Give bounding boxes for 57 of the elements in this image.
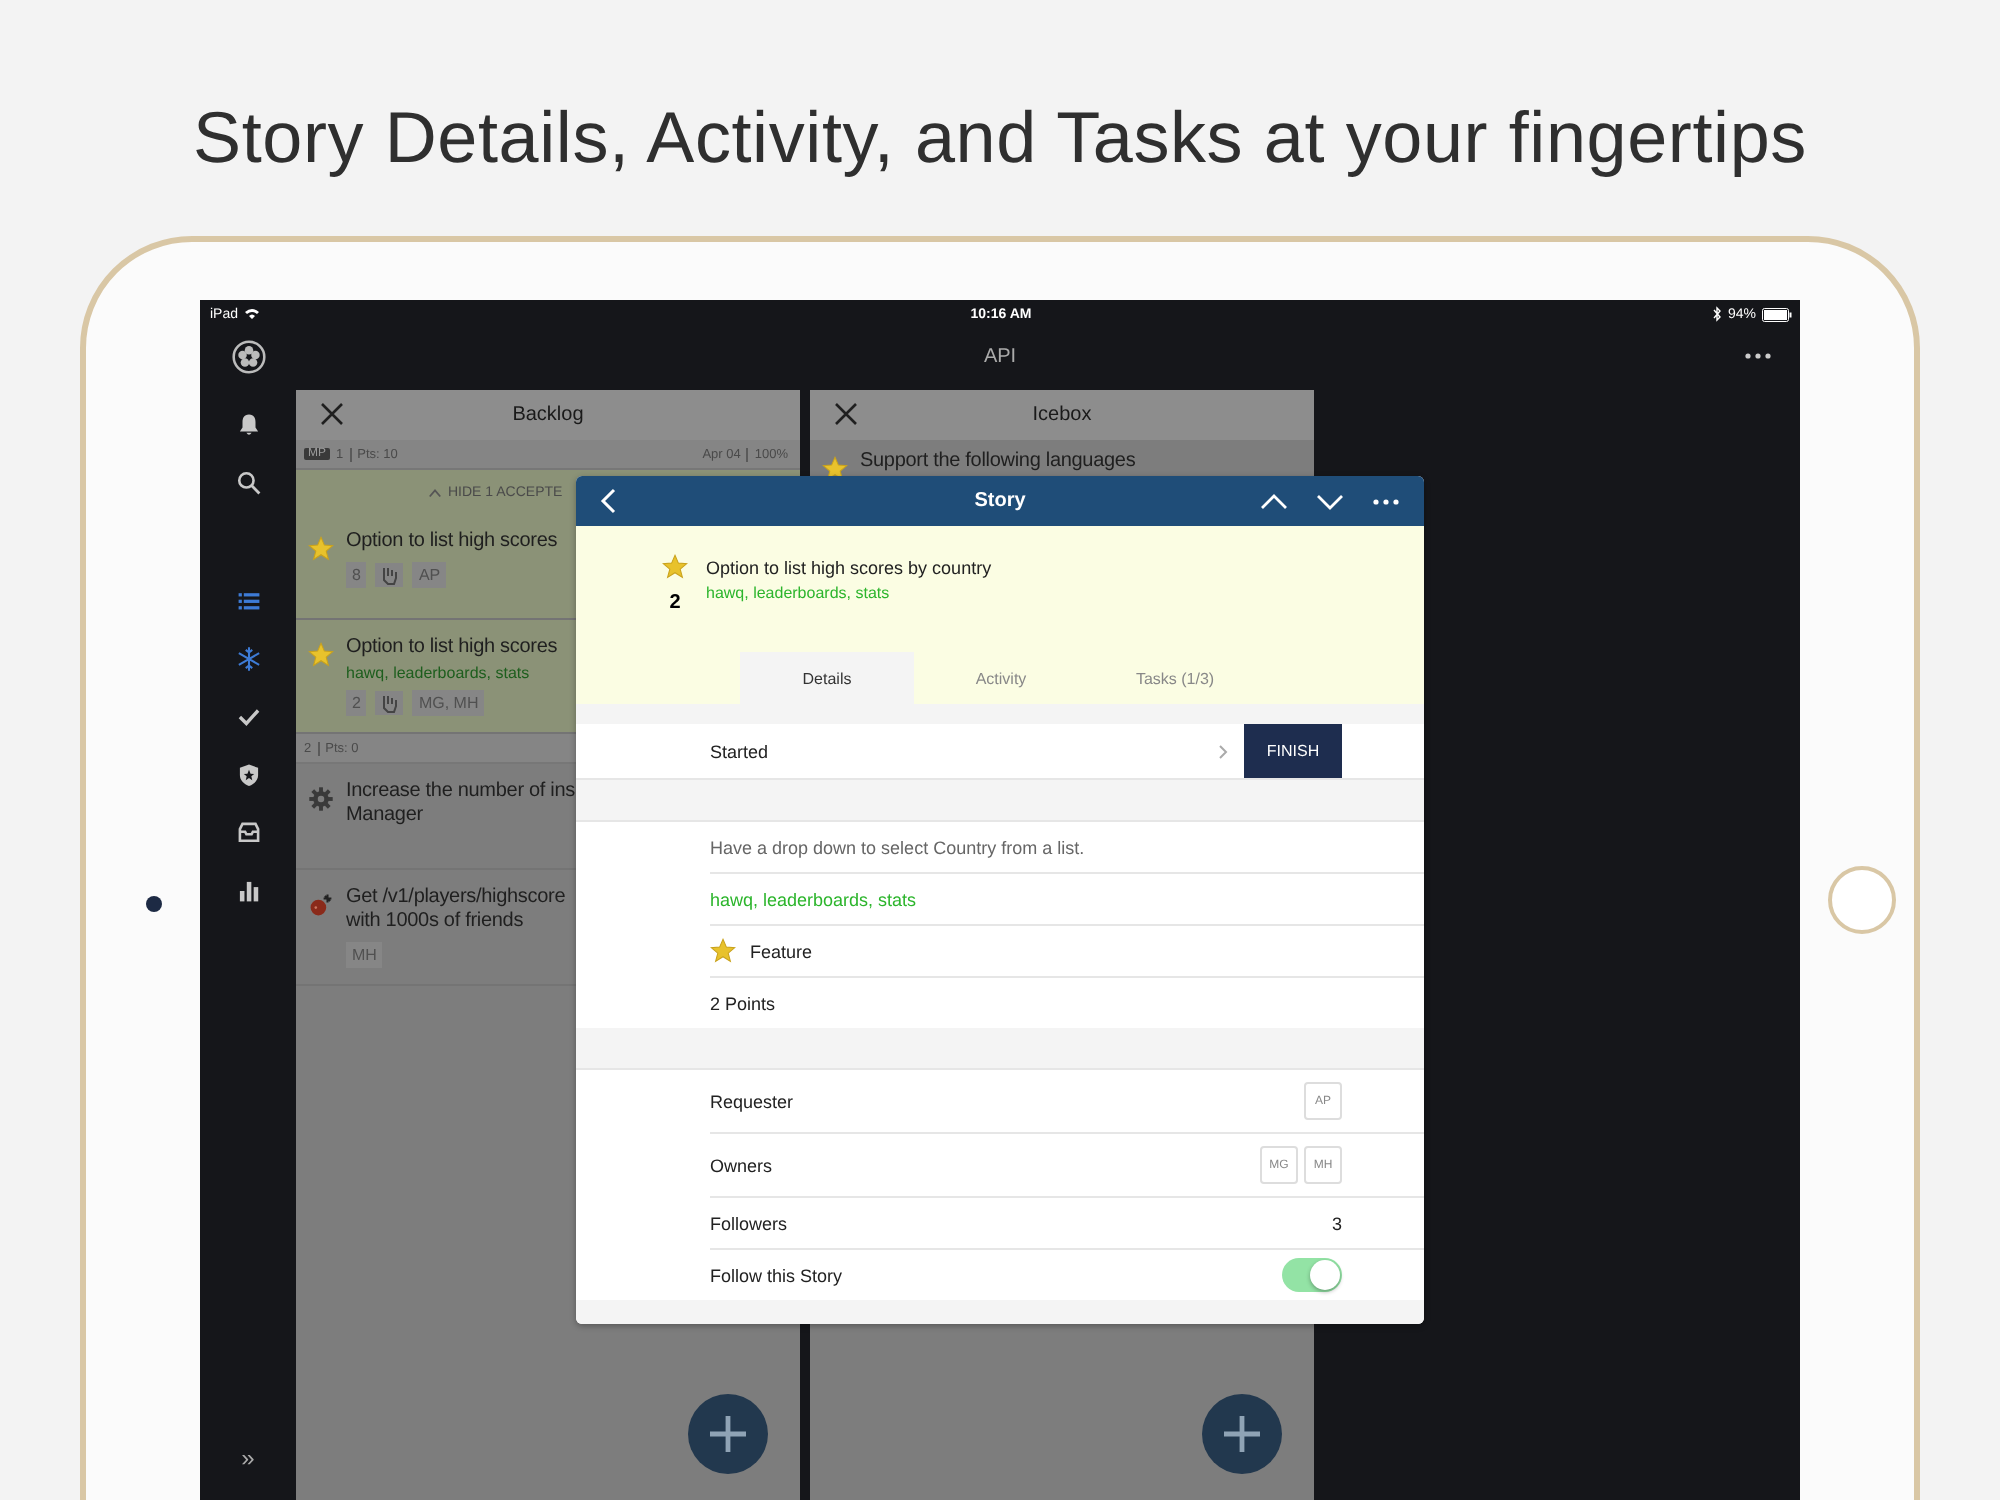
star-icon [710, 938, 736, 964]
story-points[interactable]: 2 Points [710, 993, 776, 1013]
state-label: Started [710, 741, 771, 761]
tab[interactable]: Activity [914, 652, 1088, 704]
field-label: Followers [710, 1213, 790, 1233]
chevron-down-icon[interactable] [1316, 493, 1344, 509]
story-title: Get /v1/players/highscore with 1000s of friends [346, 886, 566, 934]
close-icon[interactable] [320, 402, 344, 426]
star-icon [308, 642, 334, 668]
story-labels: hawq, leaderboards, stats [346, 664, 532, 682]
add-button[interactable] [1202, 1394, 1282, 1474]
more-icon[interactable] [1744, 352, 1772, 360]
finish-button[interactable]: FINISH [1244, 724, 1342, 778]
story-title: Option to list high scores [346, 530, 558, 554]
gear-icon [308, 786, 334, 812]
camera-dot [146, 896, 162, 912]
inbox-icon[interactable] [235, 820, 261, 846]
story-title: Support the following languages [860, 450, 1136, 474]
bug-icon [308, 892, 334, 918]
star-icon [662, 554, 688, 580]
shield-icon[interactable] [235, 762, 261, 788]
column-title: Backlog [512, 404, 584, 426]
headline: Story Details, Activity, and Tasks at your fingertips [191, 94, 1809, 182]
list-icon[interactable] [235, 588, 261, 614]
field-label: Follow this Story [710, 1265, 845, 1285]
checkmark-icon[interactable] [235, 704, 261, 730]
logo-icon[interactable] [231, 339, 265, 373]
field-label: Requester [710, 1091, 796, 1111]
column-title: Icebox [1032, 404, 1092, 426]
hand-icon [374, 562, 405, 588]
story-estimate: 2 [667, 592, 683, 614]
star-icon [308, 536, 334, 562]
project-title: API [981, 345, 1019, 367]
close-icon[interactable] [834, 402, 858, 426]
tab[interactable]: Tasks (1/3) [1088, 652, 1262, 704]
star-icon [822, 456, 848, 482]
hand-icon [374, 690, 405, 716]
wifi-icon [244, 308, 261, 320]
chevron-up-icon[interactable] [1260, 493, 1288, 509]
field-label: Owners [710, 1155, 775, 1175]
back-icon[interactable] [600, 488, 616, 514]
tab[interactable]: Details [740, 652, 914, 704]
snowflake-icon[interactable] [235, 646, 261, 672]
chevron-right-icon [1218, 743, 1228, 759]
caret-icon [428, 487, 442, 497]
add-button[interactable] [688, 1394, 768, 1474]
follow-toggle[interactable] [1282, 1258, 1342, 1292]
search-icon[interactable] [235, 470, 261, 496]
more-icon[interactable] [1372, 497, 1400, 505]
expand-toggle[interactable]: » [241, 1444, 255, 1472]
battery-icon [1761, 307, 1792, 321]
follower-count: 3 [1331, 1213, 1342, 1233]
story-title: Option to list high scores [346, 636, 558, 660]
bell-icon[interactable] [235, 412, 261, 438]
bar-chart-icon[interactable] [235, 878, 261, 904]
bluetooth-icon [1711, 306, 1722, 322]
story-title: Increase the number of ins Manager [346, 780, 575, 828]
